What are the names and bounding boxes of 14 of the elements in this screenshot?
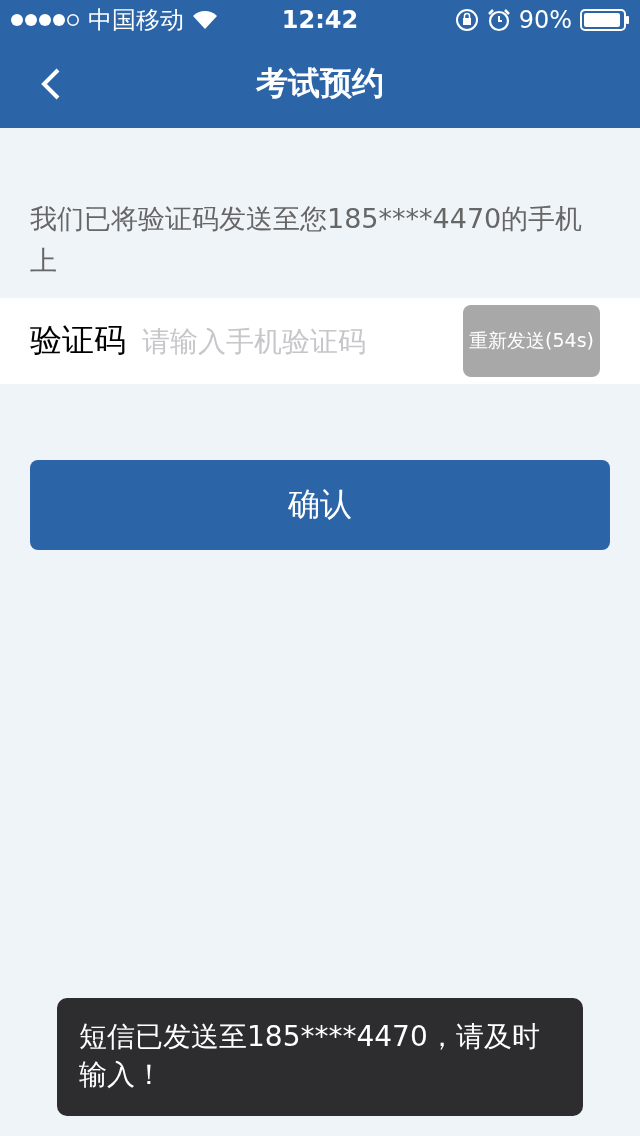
signal-icon xyxy=(10,13,80,27)
page-title: 考试预约 xyxy=(256,63,384,104)
code-label: 验证码 xyxy=(30,320,126,361)
battery-icon xyxy=(580,9,630,31)
alarm-icon xyxy=(486,8,511,32)
clock-time: 12:42 xyxy=(281,6,359,34)
code-input-field[interactable]: 请输入手机验证码 xyxy=(142,324,448,358)
battery-percent: 90% xyxy=(518,6,572,34)
confirm-button[interactable]: 确认 xyxy=(30,460,610,550)
toast-message: 短信已发送至185****4470，请及时输入！ xyxy=(79,1019,541,1093)
wifi-icon xyxy=(192,10,218,30)
carrier-name: 中国移动 xyxy=(88,5,184,36)
sent-message: 我们已将验证码发送至您185****4470的手机上 xyxy=(29,202,584,278)
rotation-lock-icon xyxy=(454,8,479,32)
